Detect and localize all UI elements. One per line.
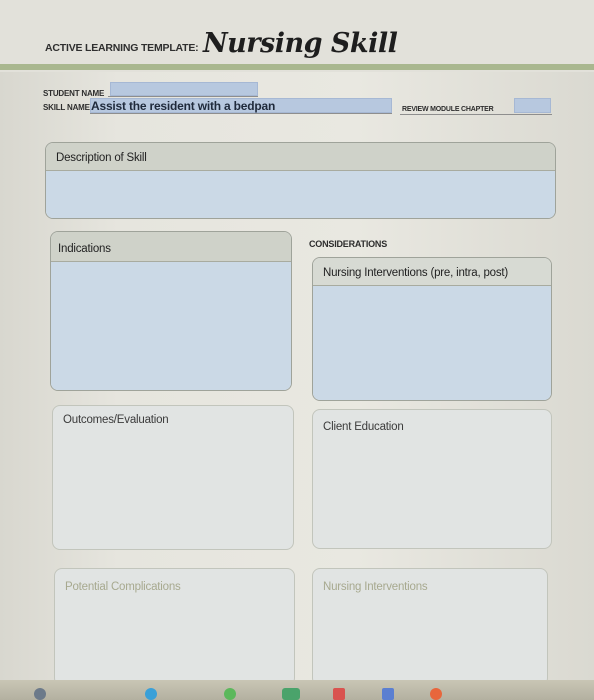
nursing-interventions-ppp-title: Nursing Interventions (pre, intra, post) (323, 267, 509, 279)
indications-title: Indications (58, 243, 111, 255)
review-module-field[interactable] (514, 98, 551, 113)
taskbar-app-icon[interactable] (224, 688, 236, 700)
outcomes-title: Outcomes/Evaluation (63, 414, 169, 426)
taskbar-app-icon[interactable] (282, 688, 300, 700)
taskbar-app-icon[interactable] (333, 688, 345, 700)
indications-panel-body[interactable] (51, 262, 291, 390)
student-name-underline (108, 96, 258, 97)
review-module-label: REVIEW MODULE CHAPTER (402, 106, 494, 113)
description-panel-body[interactable] (46, 171, 555, 218)
description-panel[interactable]: Description of Skill (45, 142, 556, 219)
nursing-interventions-panel[interactable]: Nursing Interventions (312, 568, 548, 686)
description-title: Description of Skill (56, 152, 147, 164)
taskbar-app-icon[interactable] (430, 688, 442, 700)
skill-name-label: SKILL NAME (43, 103, 90, 112)
client-education-title: Client Education (323, 421, 404, 433)
indications-panel[interactable]: Indications (50, 231, 292, 391)
outcomes-panel[interactable]: Outcomes/Evaluation (52, 405, 294, 550)
potential-complications-title: Potential Complications (65, 581, 181, 593)
nursing-interventions-ppp-body[interactable] (313, 286, 551, 400)
nursing-interventions-title: Nursing Interventions (323, 581, 428, 593)
nursing-interventions-ppp-panel[interactable]: Nursing Interventions (pre, intra, post) (312, 257, 552, 401)
form-sheet: ACTIVE LEARNING TEMPLATE: Nursing Skill … (0, 0, 594, 700)
skill-name-underline (90, 113, 392, 114)
review-module-underline (400, 114, 552, 115)
skill-name-value: Assist the resident with a bedpan (91, 99, 276, 113)
considerations-heading: CONSIDERATIONS (309, 239, 388, 249)
student-name-field[interactable] (110, 82, 258, 96)
taskbar-app-icon[interactable] (382, 688, 394, 700)
taskbar-app-icon[interactable] (145, 688, 157, 700)
client-education-panel[interactable]: Client Education (312, 409, 552, 549)
template-label: ACTIVE LEARNING TEMPLATE: (45, 42, 199, 54)
potential-complications-panel[interactable]: Potential Complications (54, 568, 295, 686)
template-title: Nursing Skill (203, 28, 398, 59)
header-rule (0, 64, 594, 70)
student-name-label: STUDENT NAME (43, 89, 105, 98)
taskbar-app-icon[interactable] (34, 688, 46, 700)
